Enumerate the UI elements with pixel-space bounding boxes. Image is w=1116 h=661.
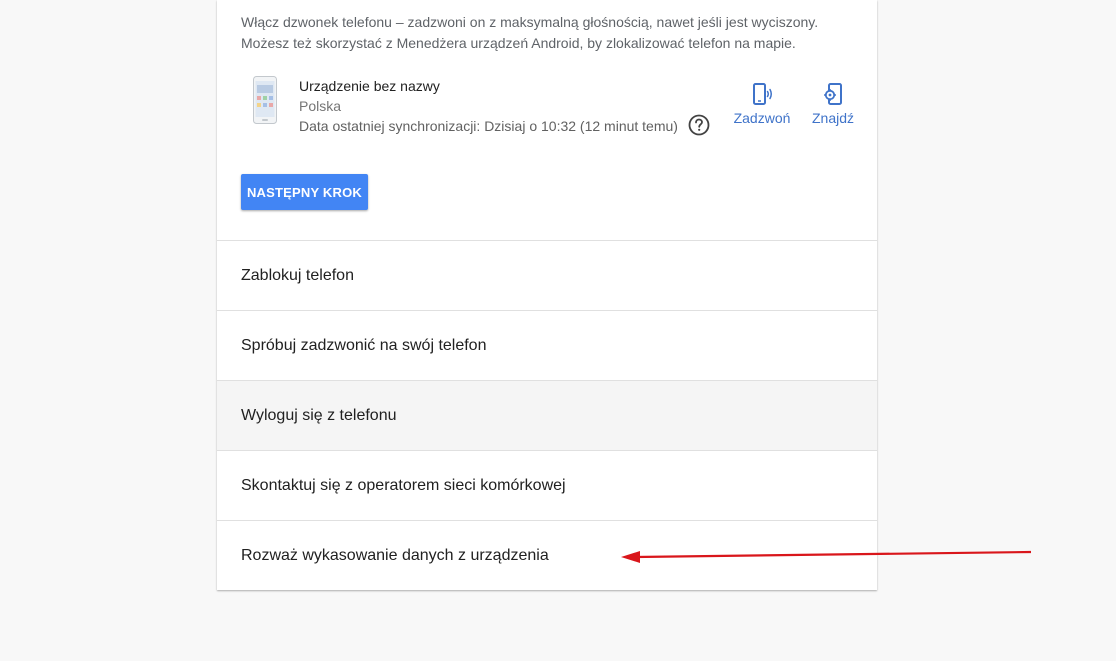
device-name: Urządzenie bez nazwy bbox=[299, 78, 440, 94]
device-info: Urządzenie bez nazwy Polska Data ostatni… bbox=[299, 76, 678, 136]
option-label: Skontaktuj się z operatorem sieci komórk… bbox=[241, 476, 566, 494]
phone-ring-icon bbox=[753, 83, 772, 105]
option-call-phone[interactable]: Spróbuj zadzwonić na swój telefon bbox=[217, 310, 877, 380]
ring-phone-label: Zadzwoń bbox=[733, 110, 791, 126]
option-label: Spróbuj zadzwonić na swój telefon bbox=[241, 336, 487, 354]
option-label: Wyloguj się z telefonu bbox=[241, 406, 397, 424]
option-sign-out-phone[interactable]: Wyloguj się z telefonu bbox=[217, 380, 877, 450]
page: Włącz dzwonek telefonu – zadzwoni on z m… bbox=[0, 0, 1116, 661]
find-phone-button[interactable]: Znajdź bbox=[805, 82, 861, 134]
help-circle-icon[interactable] bbox=[688, 114, 710, 136]
expanded-step-panel: Włącz dzwonek telefonu – zadzwoni on z m… bbox=[217, 0, 877, 240]
phone-locate-icon bbox=[824, 83, 842, 105]
security-options-list: Zablokuj telefon Spróbuj zadzwonić na sw… bbox=[217, 240, 877, 590]
device-row: Urządzenie bez nazwy Polska Data ostatni… bbox=[241, 74, 861, 144]
step-description-line: Możesz też skorzystać z Menedżera urządz… bbox=[241, 35, 796, 51]
device-last-sync: Data ostatniej synchronizacji: Dzisiaj o… bbox=[299, 118, 678, 134]
option-label: Rozważ wykasowanie danych z urządzenia bbox=[241, 546, 549, 564]
next-step-button[interactable]: NASTĘPNY KROK bbox=[241, 174, 368, 210]
security-steps-card: Włącz dzwonek telefonu – zadzwoni on z m… bbox=[217, 0, 877, 590]
ring-phone-button[interactable]: Zadzwoń bbox=[732, 82, 792, 134]
find-phone-label: Znajdź bbox=[811, 110, 855, 126]
option-contact-carrier[interactable]: Skontaktuj się z operatorem sieci komórk… bbox=[217, 450, 877, 520]
option-label: Zablokuj telefon bbox=[241, 266, 354, 284]
step-description: Włącz dzwonek telefonu – zadzwoni on z m… bbox=[241, 12, 851, 54]
option-lock-phone[interactable]: Zablokuj telefon bbox=[217, 240, 877, 310]
step-description-line: Włącz dzwonek telefonu – zadzwoni on z m… bbox=[241, 14, 819, 30]
option-erase-device[interactable]: Rozważ wykasowanie danych z urządzenia bbox=[217, 520, 877, 590]
phone-thumbnail bbox=[253, 76, 277, 124]
device-country: Polska bbox=[299, 98, 342, 114]
